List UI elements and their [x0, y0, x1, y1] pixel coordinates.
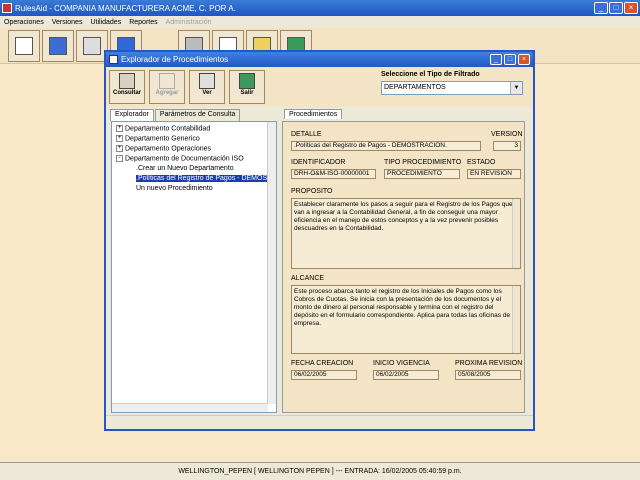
- expand-icon[interactable]: +: [116, 135, 123, 142]
- revision-field[interactable]: 05/08/2005: [455, 370, 521, 380]
- tree-node[interactable]: .Crear un Nuevo Departamento: [136, 165, 234, 172]
- menu-operaciones[interactable]: Operaciones: [0, 19, 48, 26]
- view-icon: [199, 73, 215, 89]
- creacion-field[interactable]: 06/02/2005: [291, 370, 357, 380]
- dialog-maximize-button[interactable]: □: [504, 54, 516, 65]
- maximize-button[interactable]: □: [609, 2, 623, 14]
- revision-label: PROXIMA REVISION: [455, 360, 523, 367]
- query-icon: [119, 73, 135, 89]
- tree-node-selected[interactable]: .Políticas del Registro de Pagos - DEMOS…: [136, 175, 272, 182]
- document-icon: [15, 37, 33, 55]
- detalle-field[interactable]: .Políticas del Registro de Pagos - DEMOS…: [291, 141, 481, 151]
- minimize-button[interactable]: _: [594, 2, 608, 14]
- filter-label: Seleccione el Tipo de Filtrado: [381, 71, 480, 78]
- identificador-field[interactable]: DRH-O&M-ISO-00000001: [291, 169, 376, 179]
- tree-vertical-scrollbar[interactable]: [267, 122, 276, 404]
- collapse-icon[interactable]: -: [116, 155, 123, 162]
- tree-horizontal-scrollbar[interactable]: [112, 403, 268, 412]
- procedure-detail-panel: DETALLE .Políticas del Registro de Pagos…: [282, 121, 525, 413]
- ver-label: Ver: [202, 90, 212, 96]
- filter-select[interactable]: DEPARTAMENTOS ▼: [381, 81, 523, 95]
- estado-label: ESTADO: [467, 159, 496, 166]
- ver-button[interactable]: Ver: [189, 70, 225, 104]
- explorer-tree: + Departamento Contabilidad + Departamento…: [111, 121, 277, 413]
- tipo-label: TIPO PROCEDIMIENTO: [384, 159, 462, 166]
- dialog-bottom-bar: [106, 415, 533, 429]
- identificador-label: IDENTIFICADOR: [291, 159, 346, 166]
- dialog-close-button[interactable]: ×: [518, 54, 530, 65]
- tree-node[interactable]: - Departamento de Documentación ISO: [116, 155, 244, 162]
- dialog-minimize-button[interactable]: _: [490, 54, 502, 65]
- vigencia-field[interactable]: 06/02/2005: [373, 370, 439, 380]
- tree-node[interactable]: Un nuevo Procedimiento: [136, 185, 213, 192]
- proposito-textarea[interactable]: Establecer claramente los pasos a seguir…: [291, 198, 521, 269]
- tree-node[interactable]: + Departamento Contabilidad: [116, 125, 210, 132]
- procedures-explorer-dialog: Explorador de Procedimientos _ □ × Consu…: [104, 50, 535, 431]
- proposito-scrollbar[interactable]: [512, 199, 520, 268]
- salir-label: Salir: [240, 90, 254, 96]
- consultar-button[interactable]: Consultar: [109, 70, 145, 104]
- version-label: VERSION: [491, 131, 523, 138]
- app-icon: [2, 3, 12, 13]
- dialog-action-bar: Consultar Agregar Ver Salir Seleccione e…: [106, 67, 533, 107]
- add-icon: [159, 73, 175, 89]
- dialog-title: Explorador de Procedimientos: [121, 55, 229, 64]
- key-icon: [83, 37, 101, 55]
- detalle-label: DETALLE: [291, 131, 322, 138]
- menu-bar: Operaciones Versiones Utilidades Reporte…: [0, 16, 640, 28]
- vigencia-label: INICIO VIGENCIA: [373, 360, 430, 367]
- tab-procedimientos[interactable]: Procedimientos: [284, 109, 343, 119]
- toolbar-document-button[interactable]: [8, 30, 40, 62]
- status-text: WELLINGTON_PEPEN [ WELLINGTON PEPEN ] --…: [178, 468, 462, 475]
- exit-icon: [239, 73, 255, 89]
- agregar-button: Agregar: [149, 70, 185, 104]
- menu-utilidades[interactable]: Utilidades: [86, 19, 125, 26]
- alcance-textarea[interactable]: Este proceso abarca tanto el registro de…: [291, 285, 521, 354]
- close-button[interactable]: ×: [624, 2, 638, 14]
- tab-parametros[interactable]: Parámetros de Consulta: [154, 109, 241, 121]
- menu-administracion: Administración: [165, 18, 212, 26]
- app-title: RulesAid - COMPANIA MANUFACTURERA ACME, …: [15, 3, 236, 13]
- alcance-text: Este proceso abarca tanto el registro de…: [294, 288, 517, 327]
- toolbar-notes-button[interactable]: [42, 30, 74, 62]
- consultar-label: Consultar: [112, 90, 141, 96]
- alcance-label: ALCANCE: [291, 275, 325, 282]
- menu-reportes[interactable]: Reportes: [125, 19, 161, 26]
- expand-icon[interactable]: +: [116, 125, 123, 132]
- menu-versiones[interactable]: Versiones: [48, 19, 87, 26]
- tab-explorador[interactable]: Explorador: [110, 109, 154, 121]
- status-bar: WELLINGTON_PEPEN [ WELLINGTON PEPEN ] --…: [0, 462, 640, 480]
- tree-node[interactable]: + Departamento Generico: [116, 135, 200, 142]
- alcance-scrollbar[interactable]: [512, 286, 520, 353]
- creacion-label: FECHA CREACION: [291, 360, 354, 367]
- notes-icon: [49, 37, 67, 55]
- expand-icon[interactable]: +: [116, 145, 123, 152]
- salir-button[interactable]: Salir: [229, 70, 265, 104]
- agregar-label: Agregar: [155, 90, 179, 96]
- app-titlebar: RulesAid - COMPANIA MANUFACTURERA ACME, …: [0, 0, 640, 16]
- dialog-titlebar: Explorador de Procedimientos _ □ ×: [106, 52, 533, 67]
- filter-value: DEPARTAMENTOS: [384, 84, 446, 91]
- version-field[interactable]: 3: [493, 141, 521, 151]
- tipo-field[interactable]: PROCEDIMIENTO: [384, 169, 460, 179]
- chevron-down-icon[interactable]: ▼: [510, 82, 522, 94]
- proposito-label: PROPOSITO: [291, 188, 333, 195]
- tree-node[interactable]: + Departamento Operaciones: [116, 145, 211, 152]
- estado-field[interactable]: EN REVISION: [467, 169, 521, 179]
- dialog-icon: [109, 55, 118, 64]
- proposito-text: Establecer claramente los pasos a seguir…: [294, 201, 513, 232]
- left-tabs: Explorador Parámetros de Consulta: [110, 109, 241, 121]
